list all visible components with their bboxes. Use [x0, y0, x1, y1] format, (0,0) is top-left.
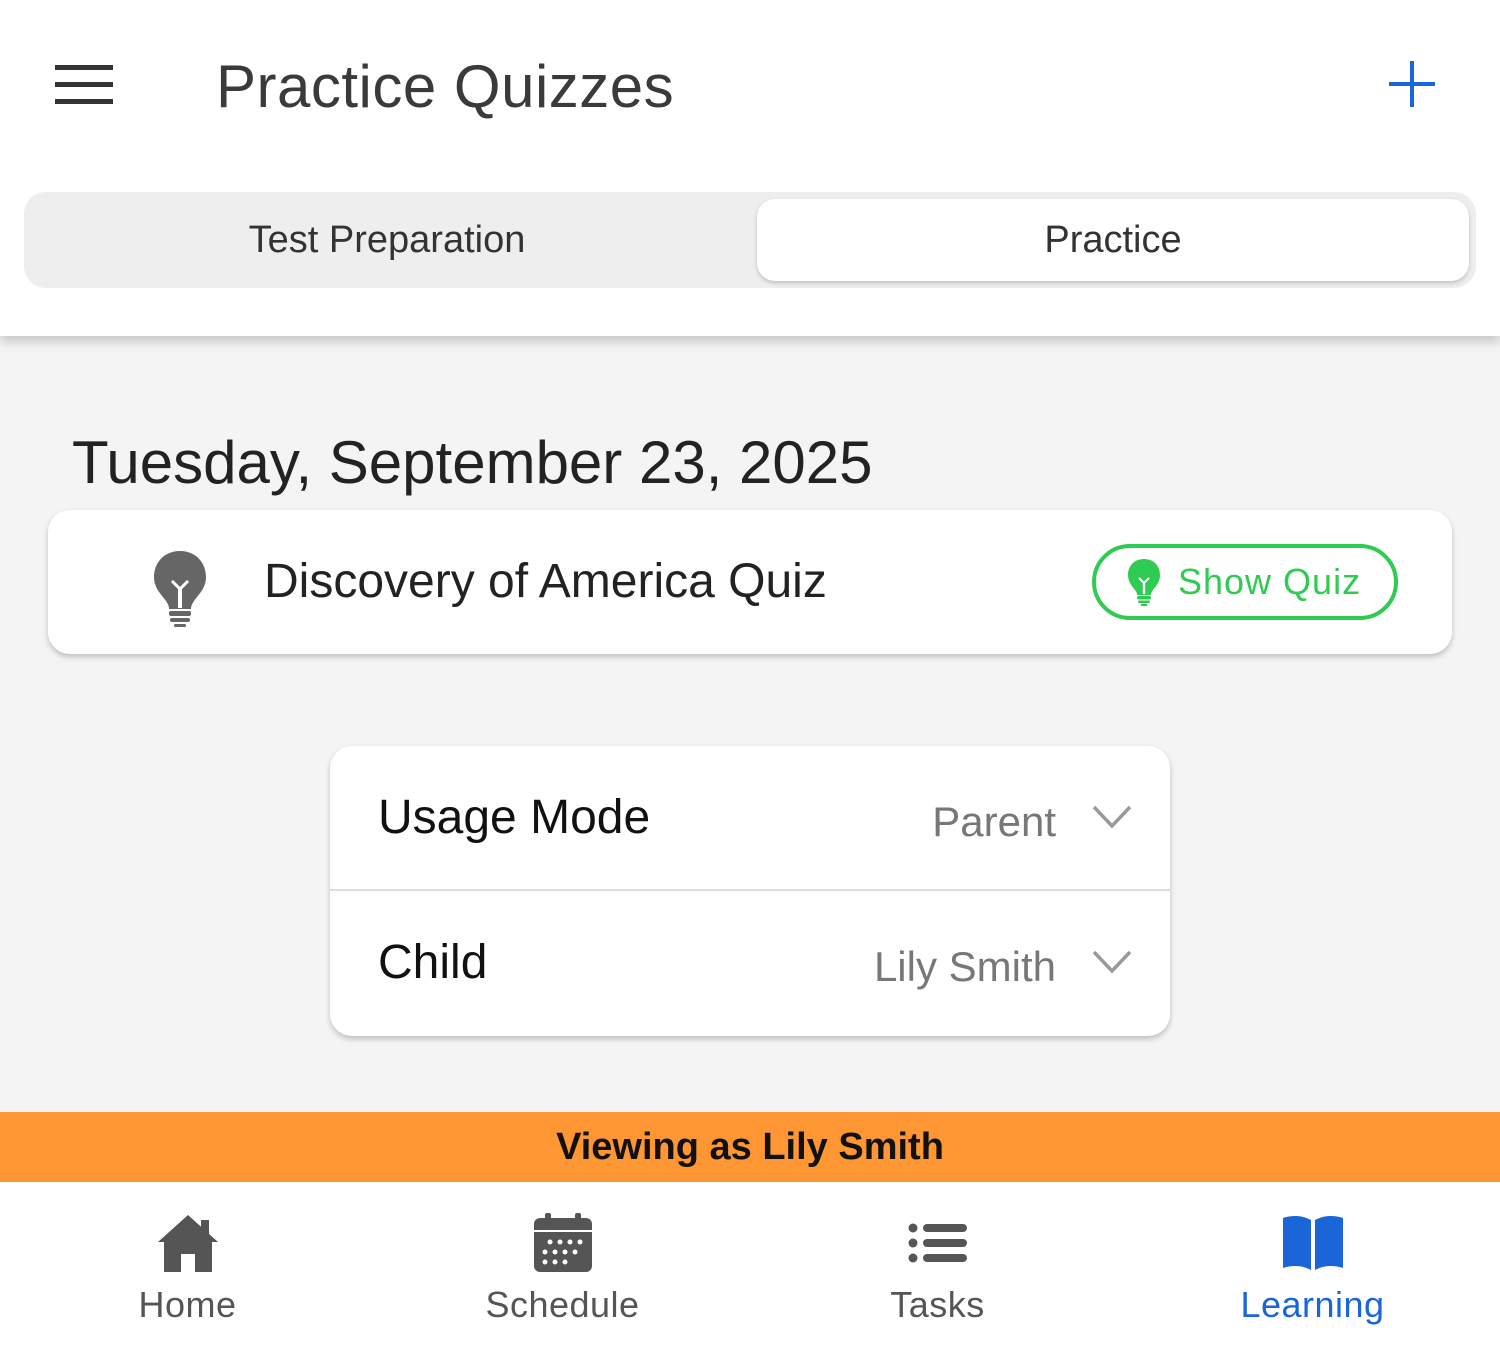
nav-home[interactable]: Home: [0, 1182, 375, 1351]
segmented-control: Test Preparation Practice: [24, 192, 1476, 288]
quiz-card[interactable]: Discovery of America Quiz Show Quiz: [48, 510, 1452, 654]
quiz-title: Discovery of America Quiz: [264, 555, 827, 608]
lightbulb-icon: [1128, 559, 1160, 606]
nav-learning-label: Learning: [1240, 1284, 1385, 1325]
child-value: Lily Smith: [873, 943, 1056, 990]
nav-schedule[interactable]: Schedule: [375, 1182, 750, 1351]
nav-tasks[interactable]: Tasks: [750, 1182, 1125, 1351]
usage-mode-select[interactable]: Usage Mode Parent: [330, 746, 1170, 891]
page-title: Practice Quizzes: [216, 53, 675, 120]
menu-button[interactable]: [46, 50, 122, 120]
calendar-icon: [533, 1213, 592, 1272]
child-select[interactable]: Child Lily Smith: [330, 891, 1170, 1036]
chevron-down-icon: [1092, 805, 1132, 829]
usage-mode-label: Usage Mode: [378, 791, 651, 844]
bottom-nav: Home Schedule Tasks Learning: [0, 1182, 1500, 1351]
book-icon: [1282, 1215, 1343, 1270]
home-icon: [157, 1215, 218, 1272]
settings-card: Usage Mode Parent Child Lily Smith: [330, 746, 1170, 1036]
date-heading: Tuesday, September 23, 2025: [72, 429, 873, 496]
hamburger-menu-icon: [55, 65, 113, 104]
usage-mode-value: Parent: [932, 798, 1056, 845]
list-icon: [908, 1223, 967, 1263]
plus-icon: [1389, 61, 1435, 107]
child-label: Child: [378, 936, 488, 989]
show-quiz-button[interactable]: Show Quiz: [1092, 544, 1398, 620]
lightbulb-icon: [154, 551, 206, 627]
nav-tasks-label: Tasks: [890, 1284, 985, 1325]
app-header: Practice Quizzes Test Preparation Practi…: [0, 0, 1500, 336]
nav-home-label: Home: [138, 1284, 237, 1325]
add-quiz-button[interactable]: [1376, 48, 1448, 120]
nav-schedule-label: Schedule: [485, 1284, 640, 1325]
app-screen: Practice Quizzes Test Preparation Practi…: [0, 0, 1500, 1351]
tab-test-preparation[interactable]: Test Preparation: [24, 192, 750, 288]
chevron-down-icon: [1092, 950, 1132, 974]
viewing-as-banner: Viewing as Lily Smith: [0, 1112, 1500, 1182]
nav-learning[interactable]: Learning: [1125, 1182, 1500, 1351]
tab-practice[interactable]: Practice: [757, 199, 1469, 281]
show-quiz-label: Show Quiz: [1178, 561, 1362, 602]
